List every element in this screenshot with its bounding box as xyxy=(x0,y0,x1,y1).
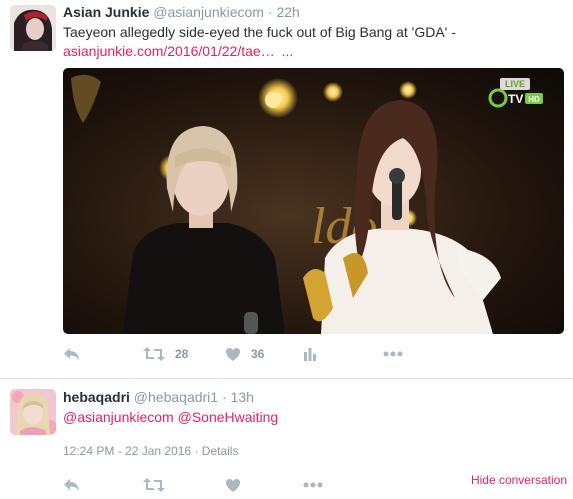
fullname[interactable]: Asian Junkie xyxy=(63,4,149,20)
more-icon xyxy=(303,482,323,488)
tweet-link[interactable]: asianjunkie.com/2016/01/22/tae… xyxy=(63,43,275,59)
heart-icon xyxy=(226,478,240,492)
tweet-media[interactable]: ldo LIVE TV HD xyxy=(63,68,564,334)
mention-asianjunkiecom[interactable]: @asianjunkiecom xyxy=(63,409,174,425)
fullname[interactable]: hebaqadri xyxy=(63,389,130,405)
avatar[interactable] xyxy=(10,389,56,435)
avatar-image xyxy=(10,5,56,51)
like-button[interactable]: 36 xyxy=(225,344,264,364)
like-count: 36 xyxy=(251,347,265,361)
tweet-actions: 28 36 xyxy=(63,344,563,364)
retweet-count: 28 xyxy=(175,347,189,361)
more-button[interactable] xyxy=(303,475,323,495)
avatar-image xyxy=(10,389,56,435)
username[interactable]: @hebaqadri1 xyxy=(134,389,218,405)
tweet-header: hebaqadri @hebaqadri1 · 13h xyxy=(63,389,254,405)
reply-icon xyxy=(64,348,79,360)
tweet-actions xyxy=(63,475,463,495)
hide-conversation-link[interactable]: Hide conversation xyxy=(471,473,567,487)
tweet-hebaqadri: hebaqadri @hebaqadri1 · 13h @asianjunkie… xyxy=(0,379,573,499)
tweet-meta: 12:24 PM - 22 Jan 2016 · Details xyxy=(63,444,238,458)
tv-watermark-text: TV xyxy=(508,92,523,106)
tweet-text: @asianjunkiecom @SoneHwaiting xyxy=(63,408,278,427)
username[interactable]: @asianjunkiecom xyxy=(153,4,264,20)
retweet-icon xyxy=(143,347,165,361)
timestamp[interactable]: 22h xyxy=(276,4,299,20)
reply-icon xyxy=(64,479,79,491)
reply-button[interactable] xyxy=(63,344,81,364)
hd-badge-text: HD xyxy=(528,95,540,104)
media-photo: ldo LIVE TV HD xyxy=(63,68,564,334)
full-timestamp[interactable]: 12:24 PM - 22 Jan 2016 xyxy=(63,444,191,458)
like-button[interactable] xyxy=(225,475,241,495)
analytics-icon xyxy=(304,348,316,361)
analytics-button[interactable] xyxy=(303,344,317,364)
separator-dot: · xyxy=(267,4,273,20)
details-link[interactable]: Details xyxy=(202,444,239,458)
more-button[interactable] xyxy=(383,344,403,364)
avatar[interactable] xyxy=(10,5,56,51)
tweet-text-line: Taeyeon allegedly side-eyed the fuck out… xyxy=(63,24,456,40)
heart-icon xyxy=(226,347,240,361)
tweet-header: Asian Junkie @asianjunkiecom · 22h xyxy=(63,4,300,20)
retweet-icon xyxy=(143,478,165,492)
live-badge-text: LIVE xyxy=(505,79,525,89)
tweet-text: Taeyeon allegedly side-eyed the fuck out… xyxy=(63,23,456,61)
retweet-button[interactable] xyxy=(143,475,165,495)
tweet-link-ellipsis[interactable]: ... xyxy=(282,43,294,59)
mention-sonehwaiting[interactable]: @SoneHwaiting xyxy=(178,409,279,425)
reply-button[interactable] xyxy=(63,475,81,495)
more-icon xyxy=(383,351,403,357)
timestamp[interactable]: 13h xyxy=(231,389,254,405)
separator-dot: · xyxy=(194,444,202,458)
tweet-asianjunkie: Asian Junkie @asianjunkiecom · 22h Taeye… xyxy=(0,0,573,378)
separator-dot: · xyxy=(221,389,227,405)
retweet-button[interactable]: 28 xyxy=(143,344,188,364)
